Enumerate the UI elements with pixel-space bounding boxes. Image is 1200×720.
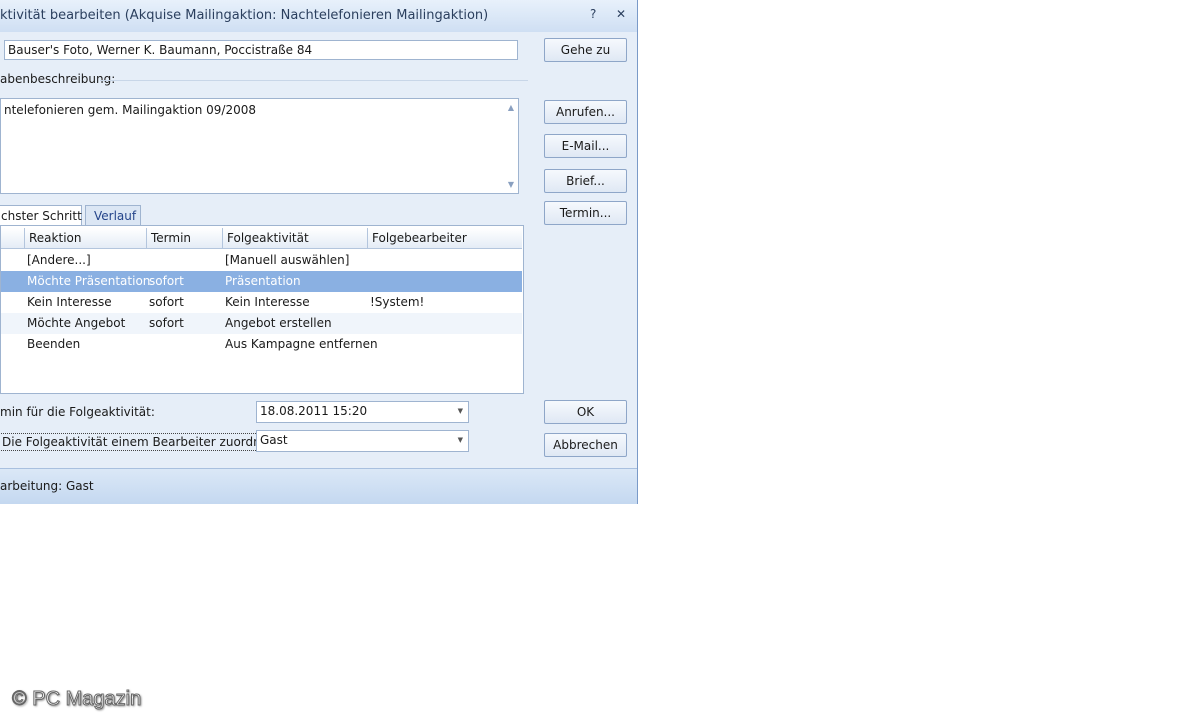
cell-folgeaktivitaet: Angebot erstellen: [225, 316, 332, 330]
column-header-reaktion[interactable]: Reaktion: [24, 228, 146, 248]
assign-user-select[interactable]: Gast ▼: [256, 430, 469, 452]
chevron-down-icon[interactable]: ▼: [458, 407, 463, 415]
description-label: abenbeschreibung:: [0, 72, 116, 86]
column-header-folgebearbeiter[interactable]: Folgebearbeiter: [367, 228, 522, 248]
schedule-value: 18.08.2011 15:20: [260, 404, 368, 418]
grid-header: Reaktion Termin Folgeaktivität Folgebear…: [1, 228, 522, 249]
scroll-down-icon[interactable]: ▼: [508, 180, 514, 189]
cell-termin: sofort: [149, 274, 184, 288]
reaction-grid: Reaktion Termin Folgeaktivität Folgebear…: [0, 225, 524, 394]
call-button[interactable]: Anrufen...: [544, 100, 627, 124]
cell-folgebearbeiter: !System!: [370, 295, 425, 309]
chevron-down-icon[interactable]: ▼: [458, 436, 463, 444]
section-divider: [100, 80, 528, 81]
assign-checkbox-label[interactable]: Die Folgeaktivität einem Bearbeiter zuor…: [0, 433, 284, 451]
cell-reaktion: Möchte Präsentation: [27, 274, 151, 288]
cancel-button[interactable]: Abbrechen: [544, 433, 627, 457]
cell-folgeaktivitaet: [Manuell auswählen]: [225, 253, 350, 267]
cell-folgebearbeiter: [367, 334, 370, 355]
table-row[interactable]: [Andere...] [Manuell auswählen]: [1, 250, 522, 271]
cell-folgeaktivitaet: Aus Kampagne entfernen: [225, 337, 378, 351]
cell-reaktion: Kein Interesse: [27, 295, 112, 309]
status-bar: arbeitung: Gast: [0, 468, 637, 504]
cell-termin: [146, 250, 149, 271]
cell-reaktion: Beenden: [27, 337, 81, 351]
description-textarea[interactable]: ntelefonieren gem. Mailingaktion 09/2008…: [0, 98, 519, 194]
dialog-content: Bauser's Foto, Werner K. Baumann, Poccis…: [0, 32, 637, 468]
help-icon[interactable]: ?: [590, 7, 596, 21]
description-text: ntelefonieren gem. Mailingaktion 09/2008: [4, 103, 256, 117]
scroll-up-icon[interactable]: ▲: [508, 103, 514, 112]
cell-folgebearbeiter: [367, 313, 370, 334]
activity-dialog: ktivität bearbeiten (Akquise Mailingakti…: [0, 0, 638, 504]
column-header-termin[interactable]: Termin: [146, 228, 222, 248]
appointment-button[interactable]: Termin...: [544, 201, 627, 225]
cell-termin: sofort: [149, 316, 184, 330]
cell-folgebearbeiter: [367, 250, 370, 271]
assign-value: Gast: [260, 433, 288, 447]
schedule-datetime-select[interactable]: 18.08.2011 15:20 ▼: [256, 401, 469, 423]
goto-button[interactable]: Gehe zu: [544, 38, 627, 62]
watermark: © PC Magazin: [11, 688, 142, 711]
cell-reaktion: Möchte Angebot: [27, 316, 126, 330]
contact-field[interactable]: Bauser's Foto, Werner K. Baumann, Poccis…: [4, 40, 518, 60]
status-text: arbeitung: Gast: [0, 479, 94, 493]
window-title: ktivität bearbeiten (Akquise Mailingakti…: [0, 8, 489, 23]
column-header-indicator[interactable]: [1, 228, 24, 248]
title-bar: ktivität bearbeiten (Akquise Mailingakti…: [0, 0, 637, 32]
cell-folgeaktivitaet: Kein Interesse: [225, 295, 310, 309]
cell-termin: sofort: [149, 295, 184, 309]
table-row[interactable]: Kein Interesse sofort Kein Interesse !Sy…: [1, 292, 522, 313]
email-button[interactable]: E-Mail...: [544, 134, 627, 158]
tab-history[interactable]: Verlauf: [85, 205, 141, 225]
ok-button[interactable]: OK: [544, 400, 627, 424]
letter-button[interactable]: Brief...: [544, 169, 627, 193]
tab-next-step[interactable]: chster Schritt: [0, 205, 82, 225]
cell-folgeaktivitaet: Präsentation: [225, 274, 301, 288]
schedule-label: min für die Folgeaktivität:: [0, 405, 155, 419]
table-row[interactable]: Möchte Angebot sofort Angebot erstellen: [1, 313, 522, 334]
cell-termin: [146, 334, 149, 355]
table-row[interactable]: Beenden Aus Kampagne entfernen: [1, 334, 522, 355]
cell-reaktion: [Andere...]: [27, 253, 91, 267]
cell-folgebearbeiter: [367, 271, 370, 292]
close-icon[interactable]: ✕: [616, 7, 626, 21]
column-header-folgeaktivitaet[interactable]: Folgeaktivität: [222, 228, 367, 248]
table-row-selected[interactable]: Möchte Präsentation sofort Präsentation: [1, 271, 522, 292]
